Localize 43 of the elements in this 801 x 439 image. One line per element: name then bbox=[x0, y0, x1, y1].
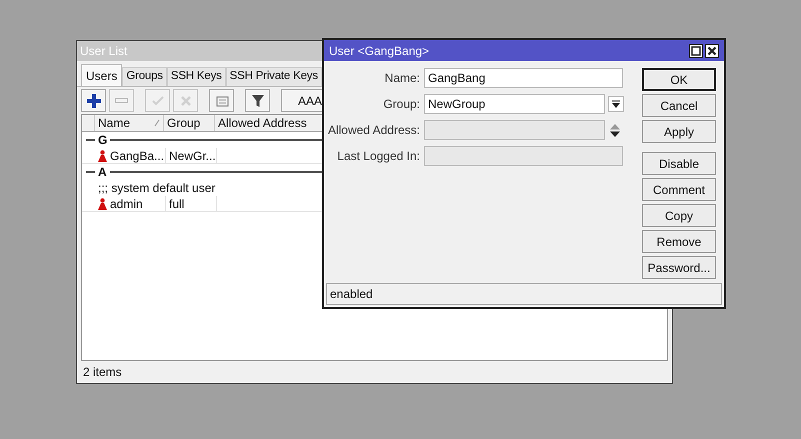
table-cell: admin bbox=[97, 196, 166, 211]
field-label: Name: bbox=[384, 70, 421, 87]
input-field[interactable]: GangBang bbox=[424, 68, 623, 88]
minus-icon bbox=[115, 98, 128, 103]
dialog-button[interactable]: Apply bbox=[642, 120, 716, 143]
tab[interactable]: Users bbox=[81, 64, 122, 86]
dialog-button[interactable]: Copy bbox=[642, 204, 716, 227]
tab[interactable]: SSH Keys bbox=[166, 67, 226, 86]
dialog-button[interactable]: Password... bbox=[642, 256, 716, 279]
window-title: User <GangBang> bbox=[329, 42, 430, 60]
table-cell: full bbox=[166, 196, 217, 211]
comment-button[interactable] bbox=[209, 89, 234, 112]
dialog-button[interactable]: Cancel bbox=[642, 94, 716, 117]
column-header[interactable]: Group bbox=[164, 115, 215, 131]
status-text: 2 items bbox=[83, 364, 122, 381]
field-label: Allowed Address: bbox=[326, 122, 421, 139]
group-label: G bbox=[98, 132, 108, 149]
dropdown-button[interactable] bbox=[608, 96, 624, 112]
filter-button[interactable] bbox=[245, 89, 270, 112]
sort-icon bbox=[154, 119, 160, 127]
field-label: Last Logged In: bbox=[336, 148, 421, 165]
status-text: enabled bbox=[330, 286, 373, 303]
group-label: A bbox=[98, 164, 107, 181]
close-icon[interactable] bbox=[705, 44, 719, 58]
user-icon bbox=[97, 150, 108, 162]
dialog-button[interactable]: Disable bbox=[642, 152, 716, 175]
dropdown-field[interactable]: NewGroup bbox=[424, 94, 605, 114]
plus-icon bbox=[84, 92, 102, 110]
column-header[interactable]: Name bbox=[95, 115, 164, 131]
field-label: Group: bbox=[382, 96, 421, 113]
dialog-button[interactable]: OK bbox=[642, 68, 716, 91]
dialog-button[interactable]: Remove bbox=[642, 230, 716, 253]
tab[interactable]: Groups bbox=[122, 67, 167, 86]
up-down-icon[interactable] bbox=[610, 124, 620, 136]
tab[interactable]: SSH Private Keys bbox=[226, 67, 322, 86]
maximize-icon[interactable] bbox=[689, 44, 703, 58]
comment-text: ;;; system default user bbox=[98, 180, 216, 197]
add-button[interactable] bbox=[81, 89, 106, 112]
table-cell: GangBa... bbox=[97, 148, 166, 163]
caret-icon bbox=[612, 100, 620, 108]
dialog-button[interactable]: Comment bbox=[642, 178, 716, 201]
user-icon bbox=[97, 198, 108, 210]
table-cell: NewGr... bbox=[166, 148, 217, 163]
